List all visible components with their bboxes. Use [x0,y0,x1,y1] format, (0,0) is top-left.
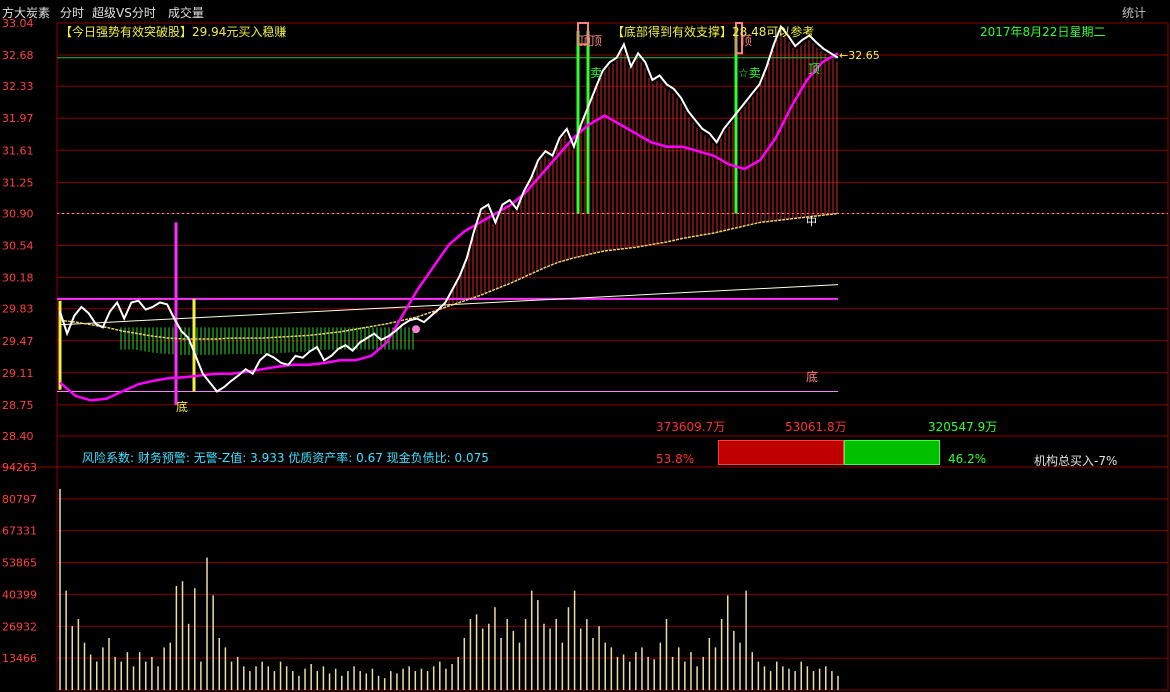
date-label: 2017年8月22日星期二 [980,25,1106,39]
price-tick-label: 28.75 [2,399,34,412]
price-tick-label: 32.33 [2,80,34,93]
volume-tick-label: 94263 [2,461,37,474]
indicator-bars [120,31,838,356]
stat-button[interactable]: 统计 [1122,4,1146,21]
price-tick-label: 29.47 [2,335,34,348]
volume-tick-label: 67331 [2,525,37,538]
institution-buy: 机构总买入-7% [1034,454,1118,468]
tab-super-vs[interactable]: 超级VS分时 [92,4,156,21]
price-tick-label: 31.25 [2,176,34,189]
tab-intraday[interactable]: 分时 [60,4,84,21]
risk-text: 风险系数: 财务预警: 无警-Z值: 3.933 优质资产率: 0.67 现金负… [82,451,489,465]
volume-tick-label: 80797 [2,493,37,506]
buy-signal-text: 【今日强势有效突破股】29.94元买入稳赚 [60,25,287,39]
volume-tick-label: 40399 [2,588,37,601]
support-signal-text: 【底部得到有效支撑】28.48可以参考 [612,25,815,39]
intraday-chart: 33.0432.6832.3331.9731.6131.2530.9030.54… [0,17,1169,691]
amount-sell: 320547.9万 [928,420,998,434]
buy-ratio-bar [718,440,844,465]
price-tick-label: 29.11 [2,367,34,380]
price-tick-label: 30.18 [2,272,34,285]
tab-volume[interactable]: 成交量 [168,4,204,21]
sell-mark-1: 卖 [590,66,603,80]
signal-dot [412,325,420,334]
amount-buy: 53061.8万 [785,420,847,434]
sell-mark-2: ☆卖 [738,66,761,80]
sell-ratio-bar [844,440,940,465]
last-price-label: ←32.65 [839,49,880,62]
cross-mark: 中 [806,215,817,228]
bottom-mark-2: 底 [806,370,819,384]
price-tick-label: 28.40 [2,430,34,443]
stock-name: 方大炭素 [2,6,51,20]
price-tick-label: 30.54 [2,240,34,253]
price-tick-label: 31.97 [2,112,34,125]
buy-percent: 53.8% [656,452,695,466]
volume-tick-label: 53865 [2,557,37,570]
top-mark-4: 顶 [808,62,821,76]
price-tick-label: 31.61 [2,144,34,157]
sell-percent: 46.2% [948,452,987,466]
top-mark-3: 顶 [740,34,753,48]
amount-total: 373609.7万 [656,420,726,434]
top-bar: 方大炭素 分时 超级VS分时 成交量 统计 [0,0,1170,22]
price-tick-label: 29.83 [2,303,34,316]
top-mark-2: 顶 [590,34,603,48]
volume-tick-label: 26932 [2,620,37,633]
price-tick-label: 32.68 [2,49,34,62]
bottom-mark-1: 底 [176,400,189,414]
volume-tick-label: 13466 [2,652,37,665]
volume-bars [59,488,839,690]
price-tick-label: 30.90 [2,207,34,220]
